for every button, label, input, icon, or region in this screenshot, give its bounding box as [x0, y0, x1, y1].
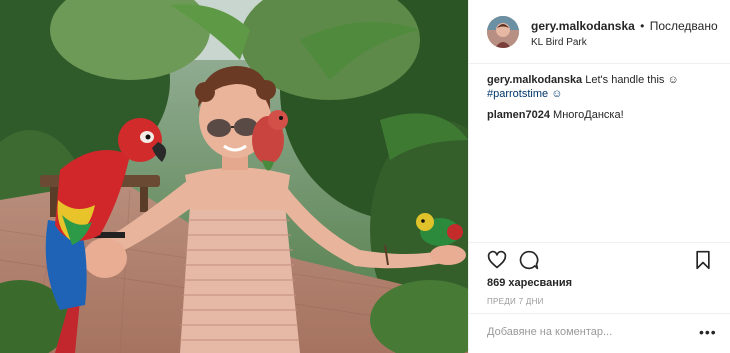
caption-hashtag-link[interactable]: #parrotstime ☺ [487, 87, 717, 101]
caption-text: Let's handle this ☺ [585, 74, 679, 86]
likes-count[interactable]: 869 харесвания [487, 277, 572, 289]
heart-icon [487, 250, 507, 269]
post-side-panel: gery.malkodanska • Последвано KL Bird Pa… [468, 0, 730, 353]
photo-illustration [0, 0, 468, 353]
comment-username[interactable]: plamen7024 [487, 109, 550, 121]
add-comment-input[interactable] [487, 326, 687, 338]
save-button[interactable] [693, 250, 713, 270]
follow-status-button[interactable]: Последвано [650, 19, 718, 33]
post-header: gery.malkodanska • Последвано KL Bird Pa… [469, 0, 730, 64]
caption-username[interactable]: gery.malkodanska [487, 74, 582, 86]
caption: gery.malkodanska Let's handle this ☺ #pa… [487, 73, 717, 101]
comment-item: plamen7024 МногоДанска! [487, 108, 717, 122]
header-separator: • [640, 19, 645, 33]
like-button[interactable] [487, 250, 507, 270]
more-options-button[interactable]: ••• [699, 325, 717, 339]
more-dots-icon: ••• [699, 324, 717, 340]
bookmark-icon [696, 250, 710, 270]
actions-divider [469, 242, 730, 243]
comments-list: gery.malkodanska Let's handle this ☺ #pa… [487, 73, 717, 129]
avatar[interactable] [487, 16, 519, 48]
header-line: gery.malkodanska • Последвано [531, 19, 718, 33]
post-location-link[interactable]: KL Bird Park [531, 37, 587, 48]
comment-bubble-icon [519, 250, 539, 270]
post-timestamp[interactable]: ПРЕДИ 7 ДНИ [487, 297, 544, 306]
add-comment-bar: ••• [469, 313, 730, 353]
avatar-image [487, 16, 519, 48]
comment-button[interactable] [519, 250, 539, 270]
post-photo[interactable] [0, 0, 468, 353]
post-author-username[interactable]: gery.malkodanska [531, 19, 635, 33]
comment-text: МногоДанска! [553, 109, 624, 121]
